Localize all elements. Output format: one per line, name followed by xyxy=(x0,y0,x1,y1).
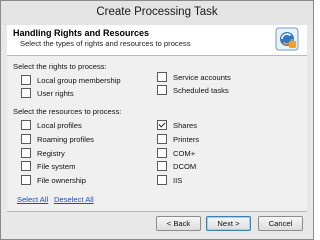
deselect-all-link[interactable]: Deselect All xyxy=(54,195,94,204)
checkbox-box[interactable] xyxy=(21,134,31,144)
select-all-link[interactable]: Select All xyxy=(17,195,48,204)
resources-section-label: Select the resources to process: xyxy=(13,107,122,116)
checkbox-box[interactable] xyxy=(157,148,167,158)
checkbox-box[interactable] xyxy=(21,161,31,171)
checkbox-file-system[interactable]: File system xyxy=(21,161,75,171)
checkbox-iis[interactable]: IIS xyxy=(157,175,182,185)
checkbox-shares[interactable]: Shares xyxy=(157,120,197,130)
next-button[interactable]: Next > xyxy=(206,216,251,231)
checkbox-label: IIS xyxy=(173,175,183,185)
checkbox-roaming-profiles[interactable]: Roaming profiles xyxy=(21,134,94,144)
wizard-header: Handling Rights and Resources Select the… xyxy=(7,25,307,55)
checkbox-label: Roaming profiles xyxy=(37,134,94,144)
checkbox-box[interactable] xyxy=(21,175,31,185)
task-wizard-icon xyxy=(275,27,299,51)
checkbox-printers[interactable]: Printers xyxy=(157,134,199,144)
dialog-window: Create Processing Task Handling Rights a… xyxy=(0,0,314,240)
checkbox-label: DCOM xyxy=(173,161,197,171)
checkbox-label: Scheduled tasks xyxy=(173,85,229,95)
wizard-content: Select the rights to process: Local grou… xyxy=(7,56,307,211)
title-bar[interactable]: Create Processing Task xyxy=(1,1,313,25)
checkbox-box-checked[interactable] xyxy=(157,120,167,130)
checkbox-box[interactable] xyxy=(157,134,167,144)
checkbox-box[interactable] xyxy=(157,85,167,95)
checkbox-box[interactable] xyxy=(21,148,31,158)
checkbox-user-rights[interactable]: User rights xyxy=(21,88,74,98)
checkbox-box[interactable] xyxy=(21,88,31,98)
checkbox-local-group-membership[interactable]: Local group membership xyxy=(21,75,121,85)
window-title: Create Processing Task xyxy=(96,6,218,18)
checkbox-registry[interactable]: Registry xyxy=(21,148,65,158)
checkbox-label: Local profiles xyxy=(37,120,82,130)
checkbox-label: Local group membership xyxy=(37,75,121,85)
header-title: Handling Rights and Resources xyxy=(13,28,150,38)
checkbox-label: Service accounts xyxy=(173,72,231,82)
checkbox-com-plus[interactable]: COM+ xyxy=(157,148,195,158)
checkbox-label: Shares xyxy=(173,120,198,130)
checkbox-box[interactable] xyxy=(157,72,167,82)
checkbox-label: Printers xyxy=(173,134,200,144)
checkbox-service-accounts[interactable]: Service accounts xyxy=(157,72,231,82)
back-button[interactable]: < Back xyxy=(156,216,201,231)
rights-section-label: Select the rights to process: xyxy=(13,62,107,71)
checkbox-dcom[interactable]: DCOM xyxy=(157,161,196,171)
checkbox-box[interactable] xyxy=(157,175,167,185)
checkbox-label: COM+ xyxy=(173,148,196,158)
checkbox-local-profiles[interactable]: Local profiles xyxy=(21,120,82,130)
checkbox-box[interactable] xyxy=(21,120,31,130)
checkbox-label: Registry xyxy=(37,148,65,158)
checkbox-file-ownership[interactable]: File ownership xyxy=(21,175,86,185)
checkbox-label: File ownership xyxy=(37,175,86,185)
checkbox-box[interactable] xyxy=(157,161,167,171)
checkbox-label: User rights xyxy=(37,88,74,98)
checkbox-scheduled-tasks[interactable]: Scheduled tasks xyxy=(157,85,229,95)
header-subtitle: Select the types of rights and resources… xyxy=(20,39,191,48)
wizard-footer: < Back Next > Cancel xyxy=(1,212,313,239)
checkbox-label: File system xyxy=(37,161,76,171)
checkbox-box[interactable] xyxy=(21,75,31,85)
cancel-button[interactable]: Cancel xyxy=(258,216,303,231)
